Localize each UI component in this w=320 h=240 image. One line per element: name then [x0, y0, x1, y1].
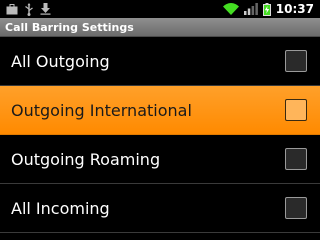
status-time: 10:37 — [275, 2, 314, 16]
checkbox[interactable] — [285, 50, 307, 72]
signal-icon — [243, 0, 258, 18]
list-item-all-incoming[interactable]: All Incoming — [0, 184, 320, 233]
checkbox[interactable] — [285, 197, 307, 219]
list-item-outgoing-international[interactable]: Outgoing International — [0, 86, 320, 135]
battery-charging-icon — [262, 0, 271, 18]
download-icon — [40, 0, 51, 18]
checkbox[interactable] — [285, 148, 307, 170]
usb-icon — [24, 0, 34, 18]
list-item-all-outgoing[interactable]: All Outgoing — [0, 37, 320, 86]
briefcase-icon — [6, 0, 18, 18]
wifi-icon — [222, 0, 239, 18]
list-item-label: Outgoing Roaming — [11, 149, 161, 169]
title-bar: Call Barring Settings — [0, 18, 320, 37]
list-item-label: All Incoming — [11, 198, 110, 218]
list-item-label: All Outgoing — [11, 51, 110, 71]
status-bar: 10:37 — [0, 0, 320, 18]
page-title: Call Barring Settings — [5, 20, 134, 34]
checkbox[interactable] — [285, 99, 307, 121]
list-item-label: Outgoing International — [11, 100, 192, 120]
list-item-outgoing-roaming[interactable]: Outgoing Roaming — [0, 135, 320, 184]
settings-list: All Outgoing Outgoing International Outg… — [0, 37, 320, 233]
